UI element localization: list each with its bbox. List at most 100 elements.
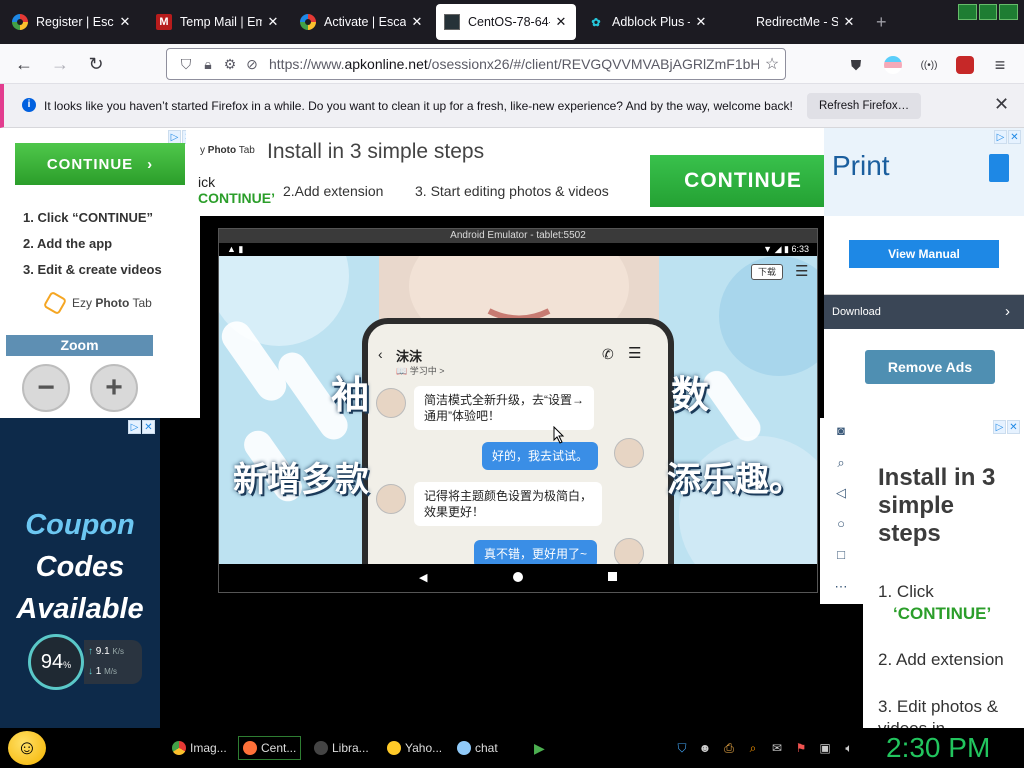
zoom-title: Zoom — [6, 335, 153, 356]
more-icon[interactable]: ⋯ — [834, 580, 848, 594]
emulator-screen[interactable]: 下载 ☰ ‹ 沫沫 📖 学习中 > ✆ ☰ 简洁模式全新升级，去“设置→ 通用”… — [219, 256, 817, 564]
volume-icon[interactable]: 🔈︎ — [841, 740, 857, 756]
refresh-firefox-button[interactable]: Refresh Firefox… — [807, 93, 922, 119]
close-icon[interactable]: ✕ — [554, 14, 568, 30]
android-emulator-window[interactable]: Android Emulator - tablet:5502 ▲ ▮ ▼ ◢ ▮… — [218, 228, 818, 593]
ad-info-icon[interactable]: ▷ — [993, 420, 1006, 434]
mouse-cursor-icon — [553, 426, 565, 444]
network-meter — [958, 4, 1019, 20]
permissions-icon[interactable]: ⚙ — [219, 56, 241, 73]
reload-icon[interactable]: ↻ — [84, 52, 108, 76]
close-icon[interactable]: ✕ — [142, 420, 155, 434]
printer-icon[interactable]: ⎙ — [721, 740, 737, 756]
tab-label: Register | Escarg — [36, 15, 114, 29]
menu-icon[interactable]: ☰ — [795, 262, 808, 280]
new-tab-icon[interactable]: + — [876, 12, 887, 33]
task-chat[interactable]: chat — [453, 736, 502, 760]
cpu-gauge: 94% — [28, 634, 84, 690]
home-circle-icon[interactable] — [513, 572, 523, 582]
forward-arrow-icon[interactable]: → — [48, 52, 72, 76]
back-chevron-icon: ‹ — [378, 346, 383, 362]
start-menu-smiley-icon[interactable]: ☺ — [8, 731, 46, 765]
ad-headline: Install in 3 simple steps — [878, 464, 996, 547]
tab-redirectme[interactable]: RedirectMe - Sh ✕ — [724, 4, 864, 40]
ad-top-middle[interactable]: y Photo Tab ick CONTINUE’ Install in 3 s… — [186, 128, 824, 216]
shield-icon[interactable]: ⛉ — [674, 740, 690, 756]
hexagon-logo-icon — [42, 290, 68, 316]
task-centos-firefox[interactable]: Cent... — [238, 736, 302, 760]
close-icon[interactable]: ✕ — [694, 14, 708, 30]
ad-bottom-right[interactable]: ▷ ✕ Install in 3 simple steps 1. Click ‘C… — [863, 418, 1024, 728]
extension-icon[interactable]: ((•)) — [918, 54, 940, 76]
clock[interactable]: 2:30 PM — [886, 732, 990, 764]
url-bar[interactable]: ⛉ 🔒︎ ⚙ ⊘ https://www.apkonline.net/osess… — [166, 48, 786, 80]
user-icon[interactable]: ☻ — [697, 740, 713, 756]
phone-icon: ✆ — [602, 346, 614, 362]
ezy-photo-tab-logo: Ezy Photo Tab — [42, 290, 152, 316]
home-circle-icon[interactable]: ○ — [834, 517, 848, 531]
ad-choices[interactable]: ▷✕ — [993, 420, 1021, 434]
zoom-in-button[interactable]: + — [90, 364, 138, 412]
recents-square-icon[interactable]: □ — [834, 548, 848, 562]
back-arrow-icon[interactable]: ← — [12, 52, 36, 76]
close-icon[interactable]: ✕ — [1007, 420, 1020, 434]
pocket-icon[interactable]: ⛊ — [845, 54, 867, 76]
tab-activate-escargot[interactable]: Activate | Escarg ✕ — [292, 4, 432, 40]
task-yahoo[interactable]: Yaho... — [383, 736, 446, 760]
task-library[interactable]: Libra... — [310, 736, 373, 760]
close-icon[interactable]: ✕ — [1008, 130, 1021, 144]
ad-choices[interactable]: ▷✕ — [994, 130, 1022, 144]
bookmark-star-icon[interactable]: ☆ — [759, 54, 785, 74]
zoom-icon[interactable]: ⌕ — [834, 456, 848, 470]
search-icon[interactable]: ⌕ — [745, 740, 761, 756]
flag-icon[interactable]: ⚑ — [793, 740, 809, 756]
ad-download[interactable]: Download › Remove Ads — [824, 294, 1024, 418]
upload-arrow-icon: ↑ — [88, 646, 93, 657]
close-icon[interactable]: ✕ — [118, 14, 132, 30]
back-triangle-icon[interactable]: ◀ — [419, 571, 427, 584]
tab-label: RedirectMe - Sh — [756, 15, 838, 29]
window-icon[interactable]: ▣ — [817, 740, 833, 756]
navigation-toolbar: ← → ↻ ⛉ 🔒︎ ⚙ ⊘ https://www.apkonline.net… — [0, 44, 1024, 107]
remove-ads-button[interactable]: Remove Ads — [865, 350, 995, 384]
avatar — [376, 388, 406, 418]
lock-icon[interactable]: 🔒︎ — [197, 56, 219, 73]
ad-info-icon[interactable]: ▷ — [994, 130, 1007, 144]
tab-adblock-plus[interactable]: ✿ Adblock Plus – C ✕ — [580, 4, 716, 40]
hamburger-menu-icon[interactable]: ≡ — [989, 54, 1011, 76]
close-icon[interactable]: ✕ — [266, 14, 280, 30]
ad-choices[interactable]: ▷✕ — [128, 420, 156, 434]
task-images[interactable]: Imag... — [168, 736, 231, 760]
avatar — [376, 484, 406, 514]
continue-button[interactable]: CONTINUE — [650, 155, 824, 207]
close-icon[interactable]: ✕ — [842, 14, 856, 30]
ad-top-right[interactable]: ▷ ✕ Print View Manual — [824, 128, 1024, 294]
download-arrow-icon: ↓ — [88, 666, 93, 677]
blocked-media-icon[interactable]: ⊘ — [241, 56, 263, 73]
chat-icon[interactable]: ✉ — [769, 740, 785, 756]
download-app-button[interactable]: 下载 — [751, 264, 783, 280]
library-icon — [314, 741, 328, 755]
shield-icon[interactable]: ⛉ — [175, 56, 197, 73]
adblock-plus-icon[interactable] — [954, 54, 976, 76]
camera-icon[interactable]: ◙ — [834, 424, 848, 438]
tab-register-escargot[interactable]: Register | Escarg ✕ — [4, 4, 140, 40]
chat-message: 真不错，更好用了~ — [474, 540, 598, 564]
tab-centos[interactable]: CentOS-78-64-r ✕ — [436, 4, 576, 40]
tab-temp-mail[interactable]: M Temp Mail | Ema ✕ — [148, 4, 288, 40]
zoom-out-button[interactable]: − — [22, 364, 70, 412]
status-icons: ▲ ▮ — [227, 244, 244, 254]
recents-square-icon[interactable] — [608, 572, 617, 581]
back-triangle-icon[interactable]: ◁ — [834, 486, 848, 500]
continue-button[interactable]: CONTINUE › — [15, 143, 185, 185]
media-play-icon[interactable]: ▶ — [530, 736, 549, 760]
close-icon[interactable]: ✕ — [994, 94, 1009, 115]
url-text: https://www.apkonline.net/osessionx26/#/… — [269, 56, 759, 72]
download-bar[interactable]: Download › — [824, 295, 1024, 329]
account-icon[interactable] — [882, 54, 904, 76]
view-manual-button[interactable]: View Manual — [849, 240, 999, 268]
close-icon[interactable]: ✕ — [410, 14, 424, 30]
ad-bottom-left[interactable]: ▷ ✕ Coupon Codes Available 94% ↑ 9.1 K/s … — [0, 418, 160, 728]
ad-info-icon[interactable]: ▷ — [168, 130, 181, 144]
ad-info-icon[interactable]: ▷ — [128, 420, 141, 434]
